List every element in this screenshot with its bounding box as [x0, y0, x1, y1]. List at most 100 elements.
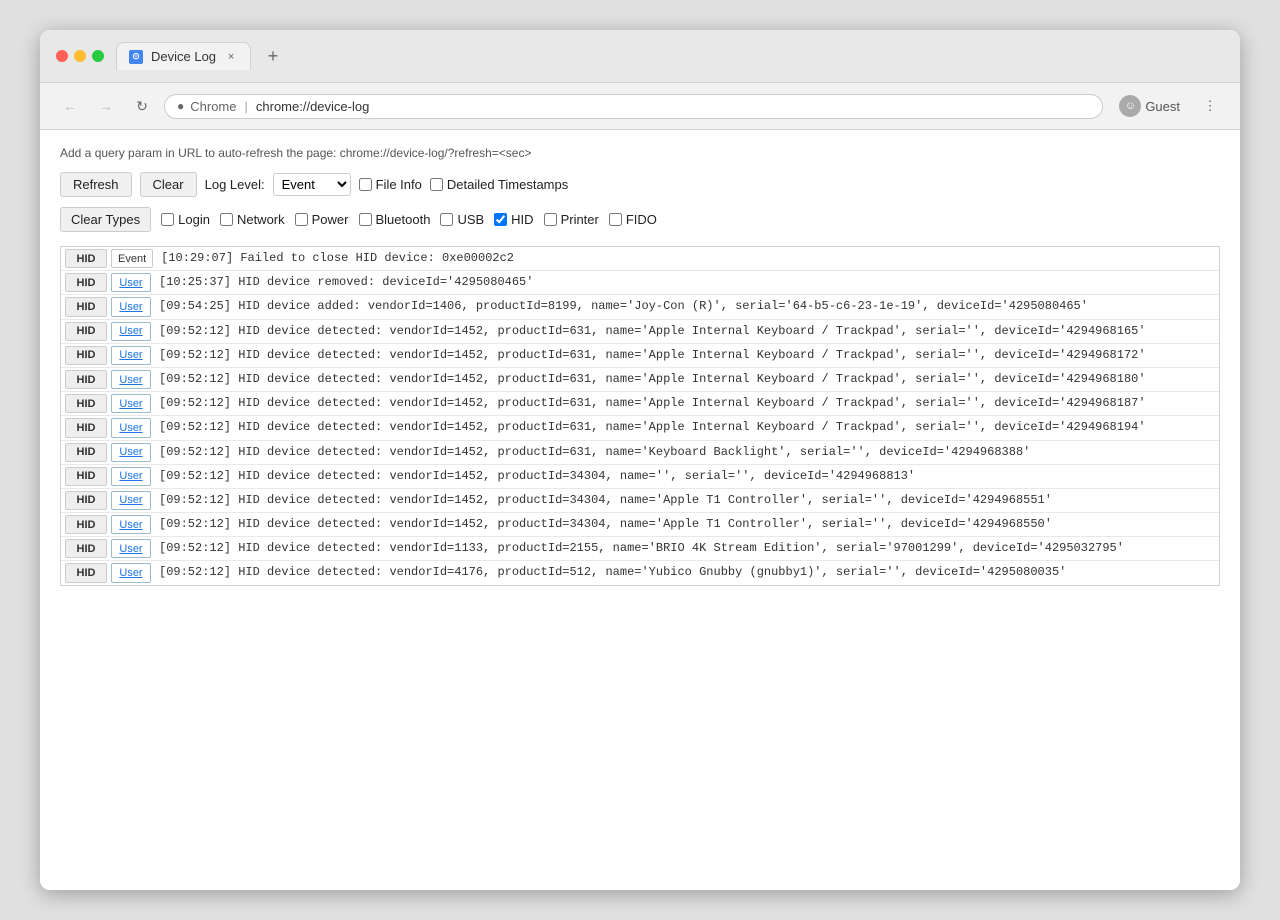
log-level-label: Log Level:: [205, 177, 265, 192]
log-row: HIDUser[09:52:12] HID device detected: v…: [61, 537, 1219, 561]
forward-button[interactable]: →: [92, 92, 120, 120]
log-message: [09:52:12] HID device detected: vendorId…: [155, 320, 1219, 343]
tab-favicon: ⊙: [129, 50, 143, 64]
tab-close-button[interactable]: ×: [224, 50, 238, 64]
filter-login-checkbox[interactable]: [161, 213, 174, 226]
log-row: HIDUser[09:52:12] HID device detected: v…: [61, 416, 1219, 440]
title-bar: ⊙ Device Log × +: [40, 30, 1240, 83]
guest-button[interactable]: ☺ Guest: [1111, 91, 1188, 121]
guest-avatar: ☺: [1119, 95, 1141, 117]
minimize-button[interactable]: [74, 50, 86, 62]
log-type: Event: [111, 249, 153, 268]
guest-label: Guest: [1145, 99, 1180, 114]
log-message: [09:52:12] HID device detected: vendorId…: [155, 465, 1219, 488]
log-source: HID: [65, 418, 107, 437]
filter-fido-label[interactable]: FIDO: [609, 212, 657, 227]
log-message: [09:52:12] HID device detected: vendorId…: [155, 368, 1219, 391]
maximize-button[interactable]: [92, 50, 104, 62]
security-icon: ●: [177, 99, 184, 113]
filter-login-text: Login: [178, 212, 210, 227]
clear-button[interactable]: Clear: [140, 172, 197, 197]
traffic-lights: [56, 50, 104, 62]
close-button[interactable]: [56, 50, 68, 62]
active-tab[interactable]: ⊙ Device Log ×: [116, 42, 251, 70]
log-message: [10:29:07] Failed to close HID device: 0…: [157, 247, 1219, 270]
back-button[interactable]: ←: [56, 92, 84, 120]
log-source: HID: [65, 346, 107, 365]
log-source: HID: [65, 491, 107, 510]
log-source: HID: [65, 273, 107, 292]
url-path: chrome://device-log: [256, 99, 369, 114]
filter-printer-checkbox[interactable]: [544, 213, 557, 226]
page-content: Add a query param in URL to auto-refresh…: [40, 130, 1240, 890]
filter-network-label[interactable]: Network: [220, 212, 285, 227]
browser-menu-button[interactable]: ⋮: [1196, 92, 1224, 120]
log-type[interactable]: User: [111, 418, 151, 437]
log-source: HID: [65, 370, 107, 389]
log-source: HID: [65, 563, 107, 582]
filter-network-checkbox[interactable]: [220, 213, 233, 226]
url-bar[interactable]: ● Chrome | chrome://device-log: [164, 94, 1103, 119]
filter-power-checkbox[interactable]: [295, 213, 308, 226]
log-type[interactable]: User: [111, 346, 151, 365]
log-type[interactable]: User: [111, 273, 151, 292]
filter-fido-text: FIDO: [626, 212, 657, 227]
log-message: [09:52:12] HID device detected: vendorId…: [155, 344, 1219, 367]
filter-hid-label[interactable]: HID: [494, 212, 533, 227]
log-type[interactable]: User: [111, 467, 151, 486]
log-type[interactable]: User: [111, 491, 151, 510]
filter-bluetooth-checkbox[interactable]: [359, 213, 372, 226]
refresh-button[interactable]: Refresh: [60, 172, 132, 197]
log-type[interactable]: User: [111, 515, 151, 534]
forward-icon: →: [99, 98, 113, 114]
url-origin: Chrome: [190, 99, 236, 114]
file-info-checkbox[interactable]: [359, 178, 372, 191]
browser-window: ⊙ Device Log × + ← → ↻ ● Chrome | chrome…: [40, 30, 1240, 890]
log-type[interactable]: User: [111, 297, 151, 316]
filter-bluetooth-label[interactable]: Bluetooth: [359, 212, 431, 227]
types-row: Clear Types Login Network Power Bluetoot…: [60, 207, 1220, 232]
filter-power-label[interactable]: Power: [295, 212, 349, 227]
url-separator: |: [245, 99, 248, 114]
filter-printer-label[interactable]: Printer: [544, 212, 599, 227]
detailed-timestamps-checkbox[interactable]: [430, 178, 443, 191]
log-level-select[interactable]: Event Debug Info Warning Error: [273, 173, 351, 196]
log-type[interactable]: User: [111, 370, 151, 389]
log-row: HIDUser[10:25:37] HID device removed: de…: [61, 271, 1219, 295]
log-source: HID: [65, 249, 107, 268]
filter-usb-checkbox[interactable]: [440, 213, 453, 226]
log-row: HIDUser[09:52:12] HID device detected: v…: [61, 441, 1219, 465]
reload-button[interactable]: ↻: [128, 92, 156, 120]
clear-types-button[interactable]: Clear Types: [60, 207, 151, 232]
log-type[interactable]: User: [111, 394, 151, 413]
tab-title: Device Log: [151, 49, 216, 64]
address-bar: ← → ↻ ● Chrome | chrome://device-log ☺ G…: [40, 83, 1240, 130]
new-tab-button[interactable]: +: [259, 42, 287, 70]
file-info-label[interactable]: File Info: [359, 177, 422, 192]
filter-usb-text: USB: [457, 212, 484, 227]
filter-usb-label[interactable]: USB: [440, 212, 484, 227]
log-row: HIDUser[09:52:12] HID device detected: v…: [61, 489, 1219, 513]
log-row: HIDUser[09:52:12] HID device detected: v…: [61, 344, 1219, 368]
filter-fido-checkbox[interactable]: [609, 213, 622, 226]
log-source: HID: [65, 467, 107, 486]
log-message: [09:52:12] HID device detected: vendorId…: [155, 513, 1219, 536]
filter-hid-checkbox[interactable]: [494, 213, 507, 226]
reload-icon: ↻: [136, 98, 148, 115]
log-type[interactable]: User: [111, 563, 151, 582]
page-hint: Add a query param in URL to auto-refresh…: [60, 146, 1220, 160]
back-icon: ←: [63, 98, 77, 114]
log-type[interactable]: User: [111, 322, 151, 341]
detailed-timestamps-label[interactable]: Detailed Timestamps: [430, 177, 568, 192]
log-source: HID: [65, 394, 107, 413]
log-type[interactable]: User: [111, 539, 151, 558]
log-type[interactable]: User: [111, 443, 151, 462]
detailed-timestamps-text: Detailed Timestamps: [447, 177, 568, 192]
log-message: [09:54:25] HID device added: vendorId=14…: [155, 295, 1219, 318]
filter-login-label[interactable]: Login: [161, 212, 210, 227]
log-container: HIDEvent[10:29:07] Failed to close HID d…: [60, 246, 1220, 586]
log-message: [09:52:12] HID device detected: vendorId…: [155, 441, 1219, 464]
log-message: [09:52:12] HID device detected: vendorId…: [155, 392, 1219, 415]
log-message: [10:25:37] HID device removed: deviceId=…: [155, 271, 1219, 294]
menu-icon: ⋮: [1203, 98, 1216, 114]
